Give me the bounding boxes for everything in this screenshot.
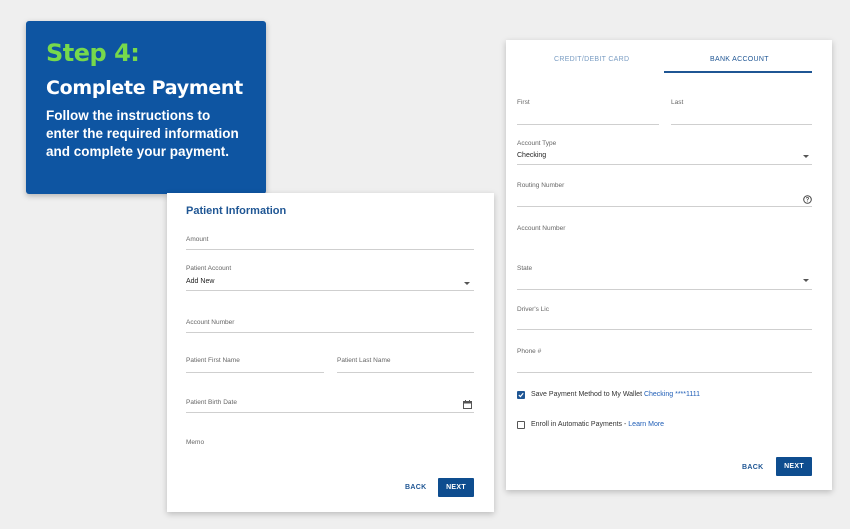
save-wallet-text: Save Payment Method to My Wallet [531,391,643,398]
active-tab-indicator [664,71,812,73]
enroll-autopay-checkbox[interactable] [517,421,525,429]
last-input[interactable] [671,124,812,125]
last-label: Last [671,99,684,106]
phone-label: Phone # [517,348,542,355]
account-number-label: Account Number [517,225,566,232]
patient-birth-date-input[interactable] [186,412,474,413]
enroll-autopay-label: Enroll in Automatic Payments - Learn Mor… [531,421,664,428]
step-title: Complete Payment [46,77,243,99]
chevron-down-icon[interactable] [464,282,470,285]
help-icon[interactable]: ? [803,195,812,204]
patient-account-select[interactable] [186,290,474,291]
patient-last-name-input[interactable] [337,372,474,373]
patient-first-name-input[interactable] [186,372,324,373]
account-number-input[interactable] [186,332,474,333]
phone-input[interactable] [517,372,812,373]
patient-last-name-label: Patient Last Name [337,357,391,364]
amount-input[interactable] [186,249,474,250]
drivers-lic-input[interactable] [517,329,812,330]
step-number: Step 4: [46,39,140,67]
patient-birth-date-label: Patient Birth Date [186,399,237,406]
account-type-label: Account Type [517,140,557,147]
routing-number-input[interactable] [517,206,812,207]
amount-label: Amount [186,236,209,243]
routing-number-label: Routing Number [517,182,565,189]
save-wallet-checkbox[interactable] [517,391,525,399]
next-button[interactable]: NEXT [438,478,474,497]
wallet-account-link[interactable]: Checking ****1111 [644,391,700,398]
account-number-input[interactable] [517,235,812,249]
tab-credit-debit-card[interactable]: CREDIT/DEBIT CARD [554,56,629,63]
drivers-lic-label: Driver's Lic [517,306,549,313]
account-number-label: Account Number [186,319,235,326]
learn-more-link[interactable]: Learn More [628,421,664,428]
patient-first-name-label: Patient First Name [186,357,240,364]
step-description: Follow the instructions to enter the req… [46,108,239,159]
tab-bank-account[interactable]: BANK ACCOUNT [710,56,769,63]
account-type-select[interactable] [517,164,812,165]
first-input[interactable] [517,124,659,125]
checkmark-icon [518,392,524,398]
step-card: Step 4: Complete Payment Follow the inst… [26,21,266,194]
patient-information-title: Patient Information [186,205,287,217]
memo-input[interactable] [186,449,474,461]
calendar-icon[interactable] [463,400,472,409]
account-type-value: Checking [517,152,547,159]
state-label: State [517,265,533,272]
enroll-autopay-text: Enroll in Automatic Payments - [531,421,627,428]
next-button[interactable]: NEXT [776,457,812,476]
save-wallet-label: Save Payment Method to My Wallet Checkin… [531,391,700,398]
chevron-down-icon[interactable] [803,279,809,282]
memo-label: Memo [186,439,205,446]
state-select[interactable] [517,289,812,290]
patient-information-card: Patient Information Amount Patient Accou… [167,193,494,512]
patient-account-label: Patient Account [186,265,232,272]
first-label: First [517,99,530,106]
svg-text:?: ? [806,198,810,204]
chevron-down-icon[interactable] [803,155,809,158]
payment-method-card: CREDIT/DEBIT CARD BANK ACCOUNT First Las… [506,40,832,490]
back-button[interactable]: BACK [742,464,763,471]
patient-account-value: Add New [186,278,215,285]
back-button[interactable]: BACK [405,484,426,491]
